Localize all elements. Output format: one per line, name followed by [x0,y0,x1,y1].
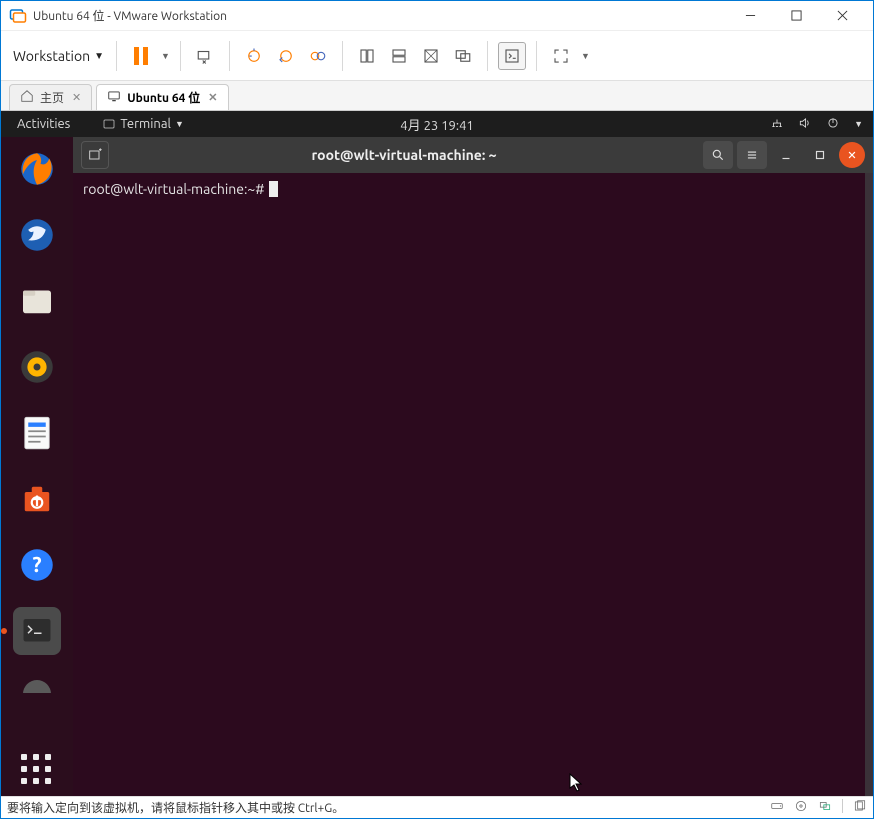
home-tab[interactable]: 主页 ✕ [9,84,92,110]
terminal-body[interactable]: root@wlt-virtual-machine:~# [73,173,873,796]
pause-button[interactable] [127,42,155,70]
window-close-button[interactable] [839,142,865,168]
chevron-down-icon[interactable]: ▼ [581,51,590,61]
separator [342,41,343,71]
terminal-title: root@wlt-virtual-machine: ~ [109,147,699,163]
workstation-menu[interactable]: Workstation ▼ [11,44,106,68]
cd-icon[interactable] [794,799,808,816]
separator [116,41,117,71]
close-button[interactable] [819,1,865,31]
close-icon[interactable]: ✕ [208,91,217,104]
vmware-title-bar: Ubuntu 64 位 - VMware Workstation [1,1,873,31]
chevron-down-icon: ▼ [94,50,104,62]
separator [842,799,843,813]
vmware-toolbar: Workstation ▼ ▼ ▼ [1,31,873,81]
volume-icon [798,116,812,133]
terminal-app-icon [102,118,116,130]
vmware-tab-strip: 主页 ✕ Ubuntu 64 位 ✕ [1,81,873,111]
window-maximize-button[interactable] [805,141,835,169]
network-adapter-icon[interactable] [818,799,832,816]
dock-files[interactable] [13,277,61,325]
vmware-icon [9,7,27,25]
terminal-header-bar: root@wlt-virtual-machine: ~ [73,137,873,173]
fullscreen-button[interactable] [547,42,575,70]
minimize-button[interactable] [727,1,773,31]
separator [229,41,230,71]
new-tab-button[interactable] [81,141,109,169]
dock-thunderbird[interactable] [13,211,61,259]
dock-terminal[interactable] [13,607,61,655]
vm-icon [107,89,121,106]
workstation-menu-label: Workstation [13,48,90,64]
dock-firefox[interactable] [13,145,61,193]
hamburger-menu-button[interactable] [737,141,767,169]
enter-vm-button[interactable] [498,42,526,70]
gnome-top-bar: Activities Terminal ▼ 4月 23 19:41 ▼ [1,111,873,137]
home-tab-label: 主页 [40,89,64,106]
home-icon [20,89,34,106]
svg-text:?: ? [32,552,41,576]
window-minimize-button[interactable] [771,141,801,169]
send-keys-button[interactable] [191,42,219,70]
chevron-down-icon: ▼ [854,119,863,129]
terminal-prompt-line: root@wlt-virtual-machine:~# [73,173,865,205]
snapshot-manager-button[interactable] [304,42,332,70]
dock-settings[interactable] [13,673,61,693]
terminal-cursor [269,181,278,197]
network-icon [770,116,784,133]
revert-snapshot-button[interactable] [272,42,300,70]
dock-writer[interactable] [13,409,61,457]
message-log-icon[interactable] [853,799,867,816]
vm-tab-label: Ubuntu 64 位 [127,89,200,106]
dock-rhythmbox[interactable] [13,343,61,391]
terminal-prompt: root@wlt-virtual-machine:~# [83,181,265,197]
window-title: Ubuntu 64 位 - VMware Workstation [33,7,727,24]
app-menu[interactable]: Terminal ▼ [96,115,190,133]
separator [487,41,488,71]
show-applications-button[interactable] [21,754,53,786]
power-icon [826,116,840,133]
search-button[interactable] [703,141,733,169]
status-message: 要将输入定向到该虚拟机，请将鼠标指针移入其中或按 Ctrl+G。 [7,799,770,816]
clock[interactable]: 4月 23 19:41 [400,115,473,134]
view-unity-button[interactable] [449,42,477,70]
chevron-down-icon[interactable]: ▼ [161,51,170,61]
separator [180,41,181,71]
vm-tab[interactable]: Ubuntu 64 位 ✕ [96,84,228,110]
view-single-button[interactable] [353,42,381,70]
maximize-button[interactable] [773,1,819,31]
activities-button[interactable]: Activities [11,115,76,133]
app-menu-label: Terminal [120,117,171,131]
close-icon[interactable]: ✕ [72,91,81,104]
dock-help[interactable]: ? [13,541,61,589]
snapshot-button[interactable] [240,42,268,70]
system-menu[interactable]: ▼ [770,116,863,133]
hard-disk-icon[interactable] [770,799,784,816]
dock-software[interactable] [13,475,61,523]
view-console-button[interactable] [417,42,445,70]
separator [536,41,537,71]
vmware-status-bar: 要将输入定向到该虚拟机，请将鼠标指针移入其中或按 Ctrl+G。 [1,796,873,818]
chevron-down-icon: ▼ [175,119,184,129]
ubuntu-dock: ? [1,137,73,796]
device-tray [770,799,867,816]
view-split-button[interactable] [385,42,413,70]
vm-display[interactable]: Activities Terminal ▼ 4月 23 19:41 ▼ ? ro… [1,111,873,796]
